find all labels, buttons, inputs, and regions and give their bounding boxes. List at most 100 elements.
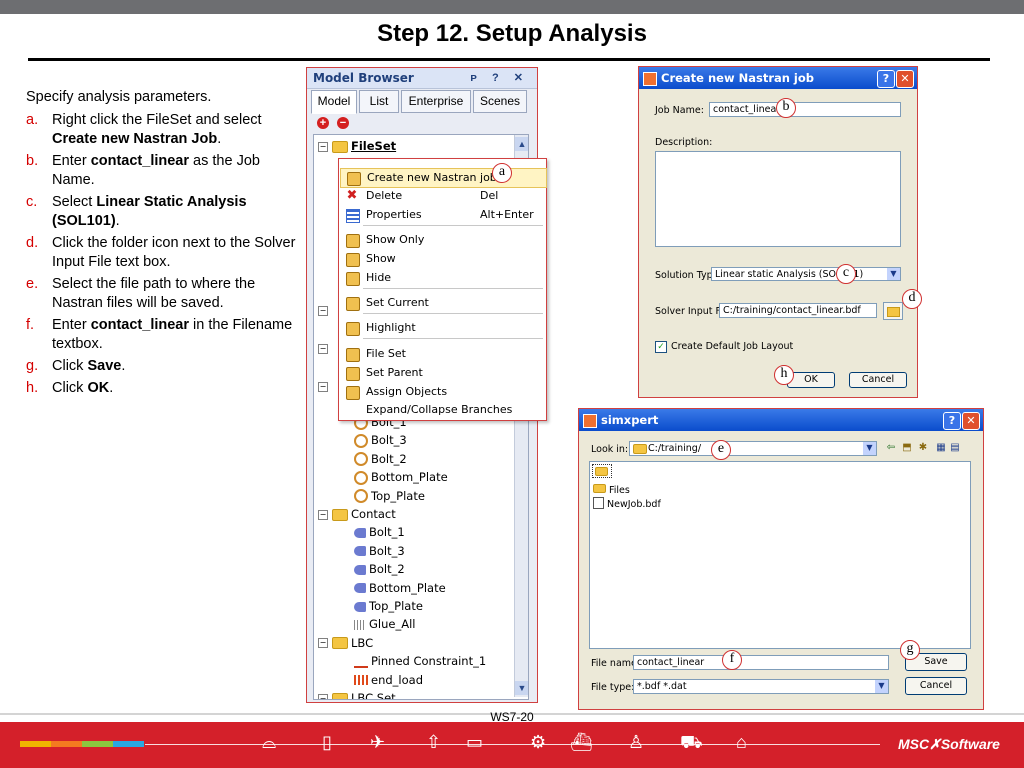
tree-item[interactable]: Bolt_3	[354, 433, 407, 448]
tree-item[interactable]: Bolt_2	[354, 452, 407, 467]
part-icon	[354, 470, 368, 485]
gear-icon	[346, 367, 360, 381]
cancel-button[interactable]: Cancel	[849, 372, 907, 388]
chevron-down-icon[interactable]: ▼	[887, 268, 900, 280]
look-in-value: C:/training/	[648, 443, 702, 454]
help-icon[interactable]: ?	[877, 70, 895, 88]
close-icon[interactable]: ✕	[896, 70, 914, 88]
file-list: Files NewJob.bdf	[589, 461, 971, 649]
stripe	[113, 741, 144, 747]
details-view-icon[interactable]: ▤	[949, 442, 961, 454]
step-keyword: contact_linear	[90, 153, 190, 169]
collapse-icon[interactable]: −	[318, 509, 328, 520]
file-type-value: *.bdf *.dat	[637, 681, 687, 692]
menu-item[interactable]: Show	[340, 250, 545, 268]
instruction-step: b. Enter contact_linear as the Job Name.	[26, 152, 298, 190]
gear-icon	[347, 172, 361, 186]
tree-item[interactable]: Top_Plate	[354, 599, 423, 613]
collapse-icon[interactable]: −	[318, 638, 328, 649]
instruction-intro: Specify analysis parameters.	[26, 89, 212, 105]
collapse-icon[interactable]: −	[318, 141, 328, 152]
nastran-dialog-titlebar: Create new Nastran job ? ✕	[639, 67, 917, 89]
remove-icon[interactable]: −	[337, 117, 349, 129]
job-name-field[interactable]: contact_linear	[709, 102, 901, 117]
file-type-label: File type:	[591, 682, 635, 693]
look-in-select[interactable]: C:/training/ ▼	[629, 441, 877, 456]
tab-enterprise[interactable]: Enterprise	[401, 90, 471, 113]
menu-separator	[363, 288, 543, 289]
instruction-step: a. Right click the FileSet and select Cre…	[26, 111, 298, 149]
part-icon	[354, 489, 368, 504]
instruction-list: Specify analysis parameters. a. Right cli…	[26, 88, 298, 401]
menu-item[interactable]: ✖ Delete Del	[340, 187, 545, 205]
tab-model[interactable]: Model	[311, 90, 357, 114]
new-folder-icon[interactable]: ✱	[917, 442, 929, 454]
tree-item[interactable]: − Contact	[318, 507, 396, 521]
menu-item[interactable]: Set Parent	[340, 364, 545, 382]
footer-line	[145, 744, 880, 745]
tree-item[interactable]: − LBC	[318, 636, 373, 650]
model-browser-controls[interactable]: ᴘ ? ✕	[470, 71, 529, 84]
tree-item[interactable]: Bolt_3	[354, 544, 405, 558]
scroll-down-icon[interactable]: ▼	[515, 681, 528, 695]
collapse-icon[interactable]: −	[318, 305, 328, 316]
menu-item-label: Show	[366, 252, 396, 265]
list-view-icon[interactable]: ▦	[935, 442, 947, 454]
slide-title: Step 12. Setup Analysis	[377, 20, 647, 47]
up-folder-icon[interactable]: ⬒	[901, 442, 913, 454]
collapse-icon[interactable]: −	[318, 693, 328, 699]
menu-item[interactable]: Create new Nastran job	[340, 168, 547, 188]
menu-item[interactable]: Expand/Collapse Branches	[340, 401, 545, 419]
tree-root[interactable]: − FileSet	[318, 139, 396, 153]
description-field[interactable]	[655, 151, 901, 247]
tab-scenes[interactable]: Scenes	[473, 90, 527, 113]
tab-list[interactable]: List	[359, 90, 399, 113]
tree-item[interactable]: Pinned Constraint_1	[354, 654, 486, 668]
tree-item[interactable]: Top_Plate	[354, 489, 425, 504]
menu-item[interactable]: Properties Alt+Enter	[340, 206, 545, 224]
solution-type-select[interactable]: Linear static Analysis (SOL101) ▼	[711, 267, 901, 281]
tree-item[interactable]: Bottom_Plate	[354, 470, 448, 485]
list-item[interactable]	[592, 464, 612, 478]
help-icon[interactable]: ?	[943, 412, 961, 430]
close-icon[interactable]: ✕	[962, 412, 980, 430]
tree-item[interactable]: Glue_All	[354, 617, 415, 631]
nastran-dialog-title: Create new Nastran job	[661, 71, 815, 85]
menu-item[interactable]: File Set	[340, 345, 545, 363]
add-icon[interactable]: +	[317, 117, 329, 129]
file-name-field[interactable]: contact_linear	[633, 655, 889, 670]
ok-button[interactable]: OK	[787, 372, 835, 388]
chevron-down-icon[interactable]: ▼	[875, 680, 888, 693]
chevron-down-icon[interactable]: ▼	[863, 442, 876, 455]
gear-icon	[346, 253, 360, 267]
tree-item[interactable]: Bolt_2	[354, 562, 405, 576]
menu-item[interactable]: Set Current	[340, 294, 545, 312]
collapse-icon[interactable]: −	[318, 381, 328, 392]
list-item[interactable]: NewJob.bdf	[593, 494, 661, 512]
tree-item[interactable]: Bolt_1	[354, 525, 405, 539]
car-icon: ⌓	[262, 732, 277, 752]
collapse-icon[interactable]: −	[318, 343, 328, 354]
tree-item[interactable]: end_load	[354, 673, 423, 687]
default-layout-checkbox[interactable]: ✓	[655, 341, 667, 353]
menu-item[interactable]: Hide	[340, 269, 545, 287]
back-icon[interactable]: ⇦	[885, 442, 897, 454]
folder-browse-icon[interactable]	[883, 302, 903, 320]
menu-item[interactable]: Assign Objects	[340, 383, 545, 401]
tree-item[interactable]: − LBC Set	[318, 691, 396, 699]
file-type-select[interactable]: *.bdf *.dat ▼	[633, 679, 889, 694]
bolt-icon	[354, 583, 366, 594]
folder-icon	[887, 307, 900, 317]
menu-item-label: File Set	[366, 347, 406, 360]
stripe	[82, 741, 113, 747]
menu-item[interactable]: Show Only	[340, 231, 545, 249]
menu-item-label: Create new Nastran job	[367, 171, 497, 184]
tree-item-label: Bolt_1	[369, 525, 405, 540]
instruction-step: e. Select the file path to where the Nast…	[26, 275, 298, 313]
menu-item[interactable]: Highlight	[340, 319, 545, 337]
scroll-up-icon[interactable]: ▲	[515, 137, 528, 151]
solver-input-field[interactable]: C:/training/contact_linear.bdf	[719, 303, 877, 318]
save-cancel-button[interactable]: Cancel	[905, 677, 967, 695]
step-text: Select	[52, 194, 97, 210]
tree-item[interactable]: Bottom_Plate	[354, 581, 446, 595]
